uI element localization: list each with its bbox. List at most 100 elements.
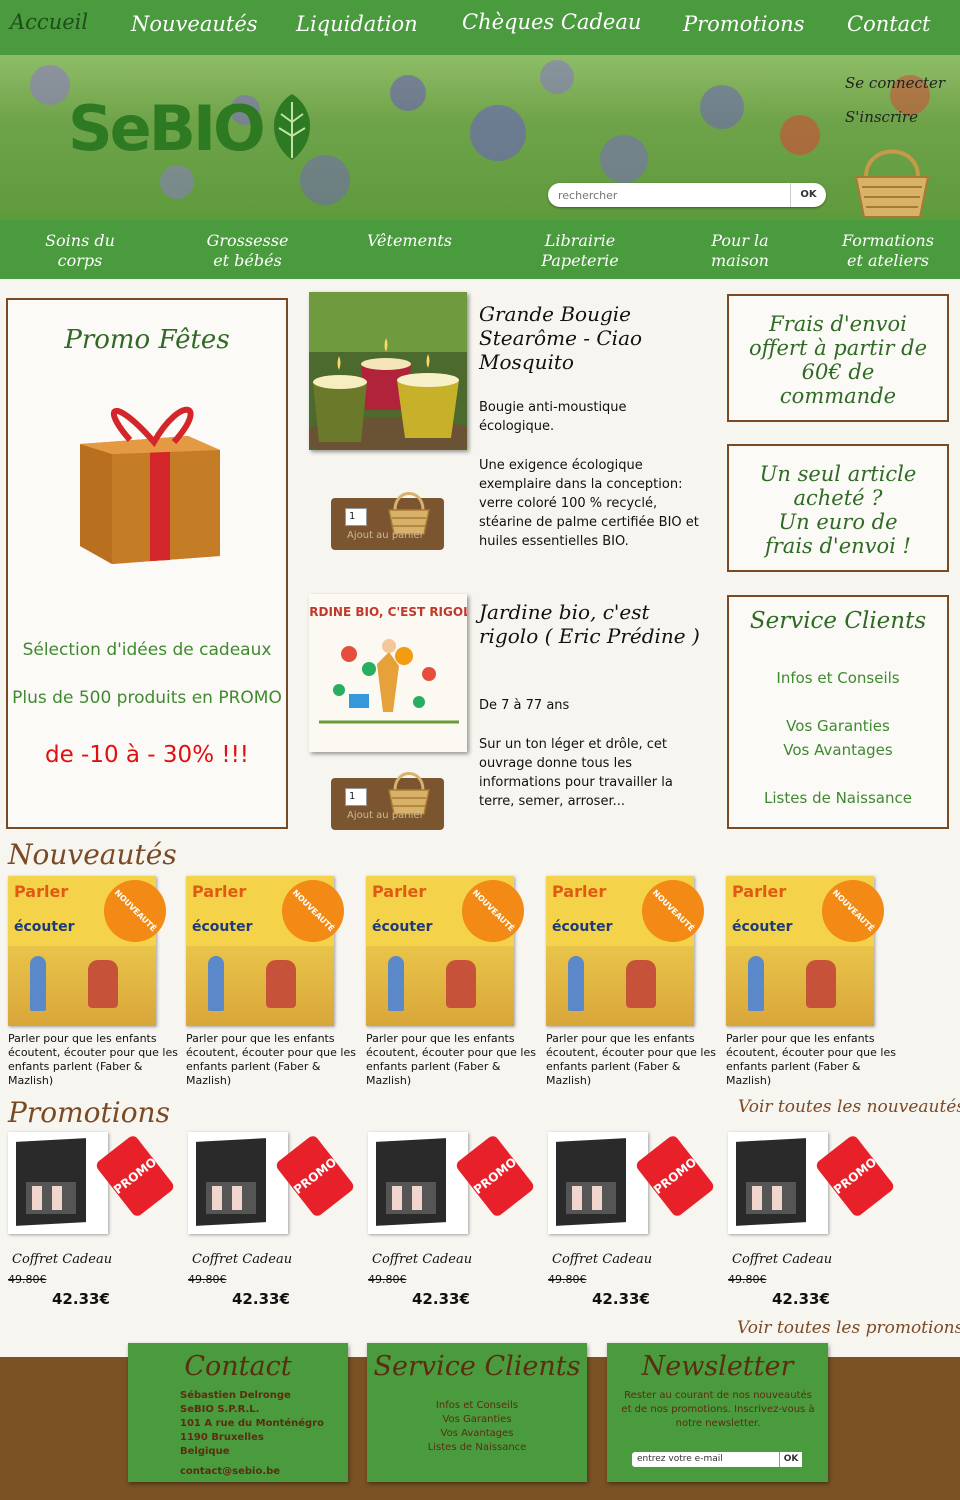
book-jardine-age: De 7 à 77 ans <box>479 698 570 713</box>
contact-line: 101 A rue du Monténégro <box>180 1418 325 1429</box>
gift-box-tube <box>592 1186 602 1210</box>
promo-line-selection: Sélection d'idées de cadeaux <box>22 640 272 660</box>
promo-fetes-title: Promo Fêtes <box>64 325 230 355</box>
product-name[interactable]: Coffret Cadeau <box>372 1252 472 1267</box>
book-cover-subtitle: écouter <box>14 919 75 935</box>
link-vos-garanties[interactable]: Vos Garanties <box>729 717 947 735</box>
candle-title-line: Stearôme - Ciao <box>479 326 643 350</box>
category-vetements[interactable]: Vêtements <box>362 231 457 251</box>
gift-box-product-image[interactable] <box>188 1132 288 1234</box>
contact-line: Sébastien Delronge <box>180 1390 291 1401</box>
candle-title[interactable]: Grande Bougie Stearôme - Ciao Mosquito <box>479 302 642 374</box>
one-euro-shipping-box[interactable]: Un seul article acheté ? Un euro de frai… <box>727 444 949 572</box>
book-cover-title: Parler <box>372 882 427 901</box>
book-cover-figure <box>748 956 764 1011</box>
nav-liquidation[interactable]: Liquidation <box>296 12 418 36</box>
quantity-stepper[interactable]: 1 <box>345 788 367 806</box>
candle-description-2: Une exigence écologique exemplaire dans … <box>479 458 699 549</box>
product-name[interactable]: Parler pour que les enfants écoutent, éc… <box>366 1032 538 1088</box>
gift-box-product-image[interactable] <box>548 1132 648 1234</box>
banner-flower-decoration <box>160 165 194 199</box>
signup-link[interactable]: S'inscrire <box>845 108 918 126</box>
add-to-cart-label: Ajout au panier <box>347 810 424 821</box>
footer-link-vos-garanties[interactable]: Vos Garanties <box>367 1413 587 1427</box>
contact-line: SeBIO S.P.R.L. <box>180 1404 260 1415</box>
old-price: 49.80€ <box>368 1273 407 1286</box>
category-label-line: maison <box>711 251 769 270</box>
banner-flower-decoration <box>30 65 70 105</box>
book-cover-subtitle: écouter <box>732 919 793 935</box>
book-product-image[interactable]: JARDINE BIO, C'EST RIGOLO <box>309 594 467 752</box>
product-name[interactable]: Coffret Cadeau <box>732 1252 832 1267</box>
sebio-logo[interactable]: SeBIO <box>68 92 319 165</box>
see-all-promotions-link[interactable]: Voir toutes les promotions <box>737 1318 960 1338</box>
nav-contact[interactable]: Contact <box>847 12 930 36</box>
product-name[interactable]: Parler pour que les enfants écoutent, éc… <box>546 1032 718 1088</box>
link-vos-avantages[interactable]: Vos Avantages <box>729 741 947 759</box>
see-all-nouveautes-link[interactable]: Voir toutes les nouveautés <box>738 1097 960 1117</box>
search-input[interactable] <box>558 186 788 204</box>
category-label-line: Formations <box>842 231 934 250</box>
old-price: 49.80€ <box>548 1273 587 1286</box>
promotions-title: Promotions <box>8 1096 170 1129</box>
contact-line: 1190 Bruxelles <box>180 1432 264 1443</box>
product-name[interactable]: Parler pour que les enfants écoutent, éc… <box>8 1032 180 1088</box>
search-button[interactable]: OK <box>790 183 826 207</box>
nav-nouveautes[interactable]: Nouveautés <box>131 12 258 36</box>
nouveautes-title: Nouveautés <box>8 838 177 871</box>
service-clients-title: Service Clients <box>749 608 927 634</box>
product-name[interactable]: Parler pour que les enfants écoutent, éc… <box>726 1032 898 1088</box>
book-cover-figure <box>88 960 118 1008</box>
candle-title-line: Mosquito <box>479 350 574 374</box>
footer-contact-address: Sébastien Delronge SeBIO S.P.R.L. 101 A … <box>180 1389 324 1479</box>
newsletter-email-input[interactable]: entrez votre e-mail <box>632 1452 802 1467</box>
sale-price: 42.33€ <box>52 1290 110 1308</box>
book-cover-jardine-bio: JARDINE BIO, C'EST RIGOLO <box>309 594 467 742</box>
category-soins-du-corps[interactable]: Soins du corps <box>40 231 120 271</box>
candle-product-image[interactable] <box>309 292 467 450</box>
quantity-stepper[interactable]: 1 <box>345 508 367 526</box>
login-link[interactable]: Se connecter <box>845 74 945 92</box>
product-name[interactable]: Coffret Cadeau <box>12 1252 112 1267</box>
free-shipping-line: commande <box>779 384 897 408</box>
gift-box-product-image[interactable] <box>8 1132 108 1234</box>
nav-promotions[interactable]: Promotions <box>683 12 804 36</box>
basket-icon[interactable] <box>852 143 932 219</box>
gift-box-product-image[interactable] <box>728 1132 828 1234</box>
old-price: 49.80€ <box>8 1273 47 1286</box>
gift-box-tube <box>232 1186 242 1210</box>
footer-link-vos-avantages[interactable]: Vos Avantages <box>367 1427 587 1441</box>
promo-line-count: Plus de 500 produits en PROMO <box>12 688 282 708</box>
newsletter-submit-button[interactable]: OK <box>779 1452 802 1467</box>
gift-box-product-image[interactable] <box>368 1132 468 1234</box>
category-librairie-papeterie[interactable]: Librairie Papeterie <box>535 231 625 271</box>
product-name[interactable]: Coffret Cadeau <box>552 1252 652 1267</box>
sale-price: 42.33€ <box>772 1290 830 1308</box>
product-name[interactable]: Coffret Cadeau <box>192 1252 292 1267</box>
footer-link-infos-conseils[interactable]: Infos et Conseils <box>367 1399 587 1413</box>
gift-box-tube <box>412 1186 422 1210</box>
book-cover-figure <box>446 960 476 1008</box>
footer-link-listes-naissance[interactable]: Listes de Naissance <box>367 1441 587 1455</box>
product-name[interactable]: Parler pour que les enfants écoutent, éc… <box>186 1032 358 1088</box>
category-grossesse-bebes[interactable]: Grossesse et bébés <box>200 231 295 271</box>
book-cover-figure <box>626 960 656 1008</box>
link-infos-conseils[interactable]: Infos et Conseils <box>729 669 947 687</box>
sale-price: 42.33€ <box>412 1290 470 1308</box>
link-listes-naissance[interactable]: Listes de Naissance <box>729 789 947 807</box>
category-label-line: Vêtements <box>366 231 453 250</box>
free-shipping-box[interactable]: Frais d'envoi offert à partir de 60€ de … <box>727 294 949 422</box>
add-to-cart-button[interactable]: 1 Ajout au panier <box>331 772 444 830</box>
book-cover-title: Parler <box>14 882 69 901</box>
contact-email-link[interactable]: contact@sebio.be <box>180 1465 324 1479</box>
one-euro-line: acheté ? <box>793 486 883 510</box>
nav-cheques-cadeau[interactable]: Chèques Cadeau <box>462 10 641 34</box>
category-pour-la-maison[interactable]: Pour la maison <box>700 231 780 271</box>
nav-accueil[interactable]: Accueil <box>10 10 88 34</box>
banner-flower-decoration <box>470 105 526 161</box>
category-navigation: Soins du corps Grossesse et bébés Vêtement… <box>0 220 960 279</box>
add-to-cart-button[interactable]: 1 Ajout au panier <box>331 492 444 550</box>
promo-fetes-panel[interactable]: Promo Fêtes Sélection d'idées de cadeaux… <box>6 298 288 829</box>
book-jardine-title[interactable]: Jardine bio, c'est rigolo ( Eric Prédine… <box>479 600 700 648</box>
category-formations-ateliers[interactable]: Formations et ateliers <box>836 231 940 271</box>
